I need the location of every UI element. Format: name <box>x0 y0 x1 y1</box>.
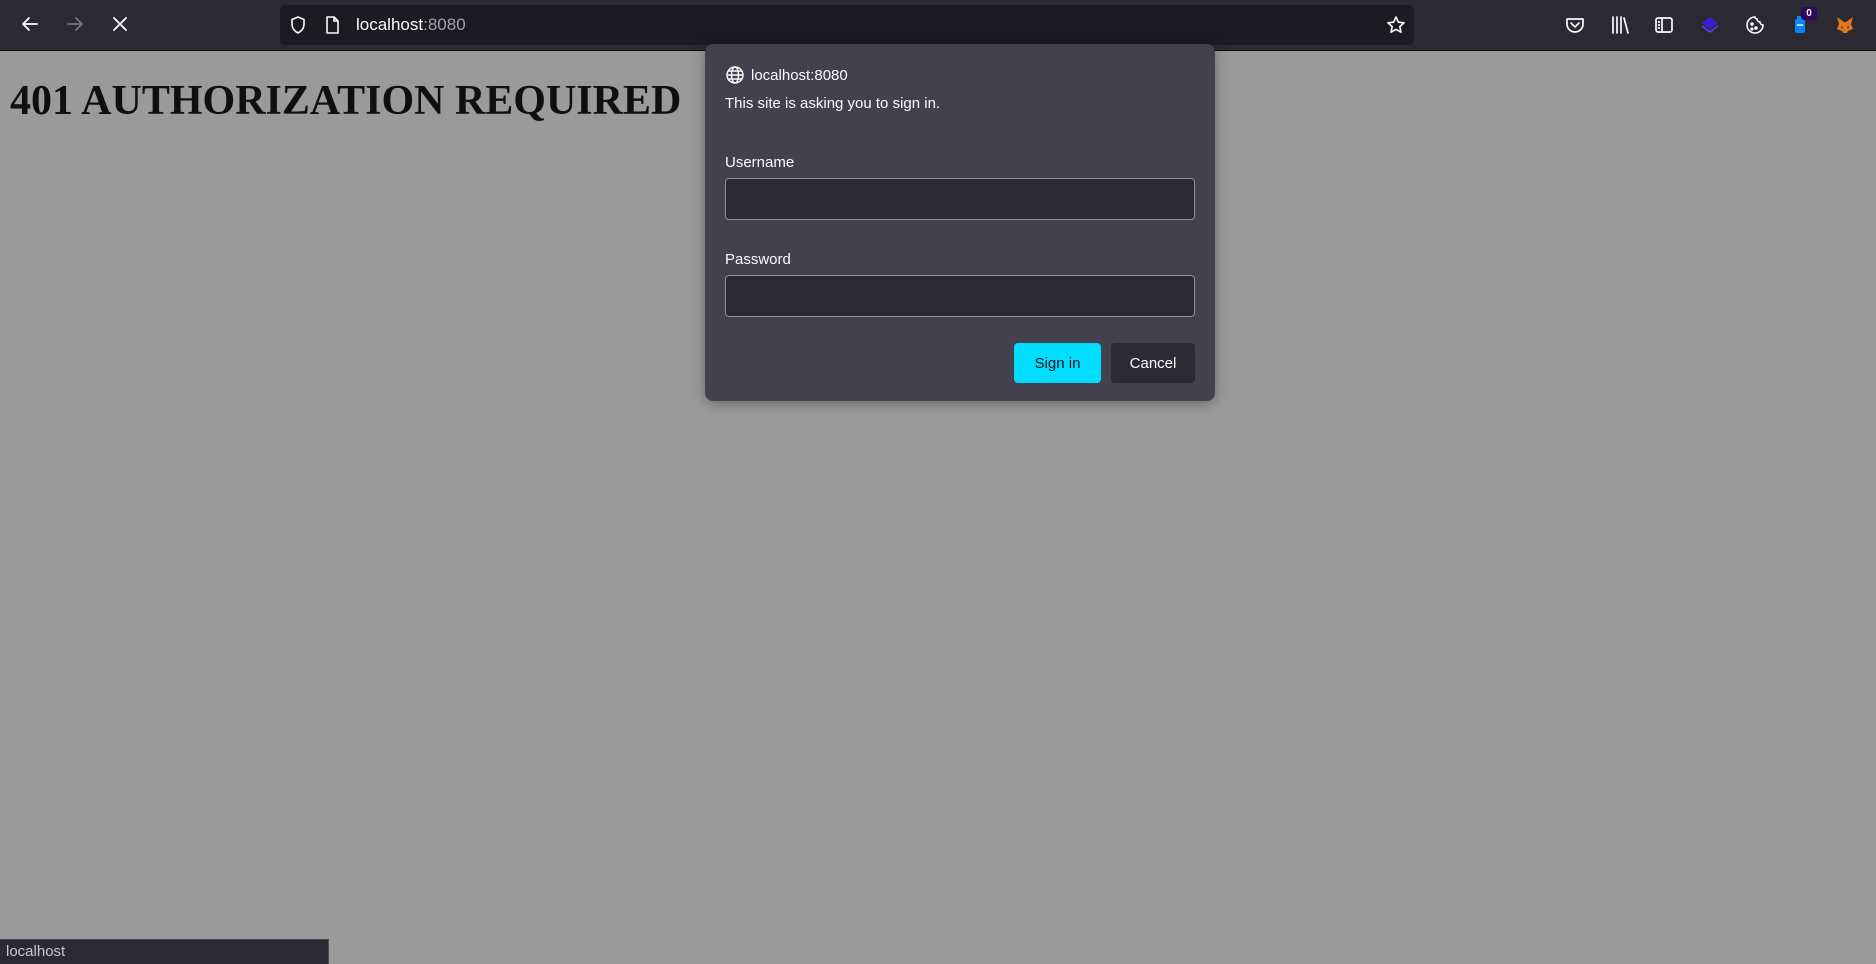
metamask-button[interactable] <box>1830 10 1860 40</box>
dialog-message: This site is asking you to sign in. <box>725 95 941 112</box>
layers-extension-icon <box>1701 17 1719 33</box>
forward-button[interactable] <box>58 7 92 41</box>
back-button[interactable] <box>13 7 47 41</box>
dialog-host-text: localhost:8080 <box>751 66 848 84</box>
sign-in-button[interactable]: Sign in <box>1014 343 1101 383</box>
library-icon <box>1612 16 1629 34</box>
auth-dialog: localhost:8080 This site is asking you t… <box>705 44 1215 401</box>
pocket-icon <box>1566 18 1584 33</box>
password-input[interactable] <box>725 275 1195 317</box>
arrow-left-icon <box>22 17 38 31</box>
close-icon <box>113 17 127 31</box>
sidebar-icon <box>1655 17 1673 33</box>
url-text[interactable]: localhost:8080 <box>356 14 466 36</box>
extension-counter-button[interactable]: 0 <box>1785 7 1817 40</box>
status-bar: localhost <box>0 939 329 964</box>
fox-extension-icon <box>1837 17 1853 33</box>
pocket-button[interactable] <box>1560 10 1590 40</box>
username-label: Username <box>725 154 795 171</box>
cancel-button[interactable]: Cancel <box>1111 343 1195 383</box>
arrow-right-icon <box>67 17 83 31</box>
stop-loading-button[interactable] <box>103 7 137 41</box>
globe-icon <box>726 66 744 84</box>
library-button[interactable] <box>1605 10 1635 40</box>
dialog-host: localhost:8080 <box>725 64 848 86</box>
url-bar[interactable]: localhost:8080 <box>280 5 1414 45</box>
sidebar-button[interactable] <box>1649 10 1679 40</box>
url-port: :8080 <box>423 15 466 34</box>
username-input[interactable] <box>725 178 1195 220</box>
url-host: localhost <box>356 15 424 34</box>
page-info-icon[interactable] <box>322 15 342 35</box>
password-label: Password <box>725 251 791 268</box>
bookmark-star-icon[interactable] <box>1386 15 1406 35</box>
extension-badge: 0 <box>1801 7 1817 20</box>
extension-layers-button[interactable] <box>1695 10 1725 40</box>
cookie-extension-button[interactable] <box>1740 10 1770 40</box>
page-heading: 401 AUTHORIZATION REQUIRED <box>10 78 682 124</box>
cookie-icon <box>1746 16 1764 34</box>
tracking-protection-shield-icon[interactable] <box>288 15 308 35</box>
